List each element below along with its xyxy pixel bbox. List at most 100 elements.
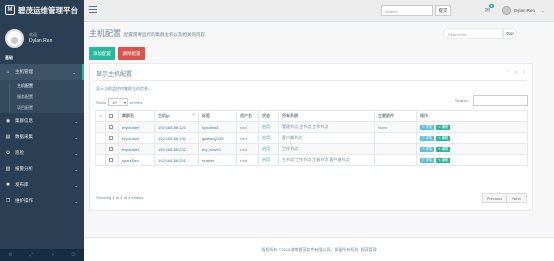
sidebar-item-label: 主机管理 <box>15 69 33 74</box>
sidebar-item-label: 巡检 <box>15 150 24 155</box>
host-table: ⇅ 集群名 主机ip ⇅ 标签 用户名 状态 所有系统 主要软件 操作 myclu… <box>95 110 528 166</box>
row-checkbox[interactable] <box>109 146 113 151</box>
column-header[interactable]: 操作 <box>416 110 528 122</box>
cell-ip[interactable]: 192.168.86.120 <box>154 121 199 133</box>
chevron-down-icon[interactable]: ⌄ <box>541 8 544 13</box>
sidebar-item-label: 报警分析 <box>15 166 33 171</box>
notification-badge: 6 <box>489 4 494 8</box>
close-icon[interactable]: ✕ <box>522 70 526 76</box>
edit-button[interactable]: ✎ 编辑 <box>436 135 451 141</box>
cell-ip[interactable]: 192.168.88.251 <box>154 154 199 166</box>
user-avatar[interactable] <box>502 6 511 15</box>
cell-status: 启用 <box>258 132 279 144</box>
chart-icon: ▥ <box>5 166 11 172</box>
database-icon: ▤ <box>5 134 11 140</box>
detail-button[interactable]: ☰ 详情 <box>420 135 435 141</box>
page-length-select[interactable]: 10 <box>108 98 129 106</box>
host-config-panel: 显示主机配置 ⌃ ✎ ✕ 显示当前监控的集群主机信息。 Show 10 entr… <box>89 63 533 211</box>
cell-tag[interactable]: master <box>198 154 237 166</box>
cell-status: 启用 <box>258 143 279 155</box>
detail-button[interactable]: ☰ 详情 <box>420 157 435 163</box>
edit-button[interactable]: ✎ 编辑 <box>436 124 451 130</box>
user-menu[interactable]: Dylan Ren <box>514 8 535 13</box>
cell-cluster[interactable]: mycluster <box>118 121 155 133</box>
cell-tag[interactable]: my_slave1 <box>198 143 237 155</box>
sidebar-item-maintenance[interactable]: ❐ 维护操作 ⌄ <box>0 193 84 209</box>
cell-cluster[interactable]: mycluster <box>118 132 155 144</box>
row-checkbox[interactable] <box>109 135 113 140</box>
menu-toggle-icon[interactable] <box>89 6 97 15</box>
detail-button[interactable]: ☰ 详情 <box>420 124 435 130</box>
panel-title: 显示主机配置 <box>96 72 133 78</box>
settings-icon[interactable]: ⚙ <box>0 249 21 261</box>
previous-page-button[interactable]: Previous <box>482 193 507 203</box>
sidebar-item-label: 维护操作 <box>15 198 33 203</box>
sidebar-item-release-library[interactable]: ✱ 发布库 ⌄ <box>0 177 84 193</box>
row-checkbox[interactable] <box>109 157 113 162</box>
page-footer: 版权所有 ©2018湖南碧茂软件有限公司。保留所有权利. 碧茂管理 <box>84 237 554 261</box>
sidebar-item-label: 数据采集 <box>15 134 33 139</box>
column-header[interactable]: 标签 <box>198 110 237 122</box>
wrench-icon[interactable]: ✎ <box>514 70 518 76</box>
lock-icon[interactable]: ◑ <box>42 249 63 261</box>
clone-icon: ❐ <box>5 198 11 204</box>
column-header[interactable]: 主机ip ⇅ <box>154 110 199 122</box>
cell-tag[interactable]: gateway130 <box>198 132 237 144</box>
page-search-input[interactable]: Search for... <box>443 28 503 39</box>
cell-ip[interactable]: 192.168.86.130 <box>154 132 199 144</box>
sidebar-item-host-management[interactable]: ⌂ 主机管理 ⌄ <box>0 64 84 80</box>
submenu-item-service-config[interactable]: 服务配置 <box>0 91 84 102</box>
delete-config-button[interactable]: 删除配置 <box>118 47 145 60</box>
logout-icon[interactable]: ⏻ <box>63 249 84 261</box>
panel-description: 显示当前监控的集群主机信息。 <box>96 86 152 91</box>
mail-icon[interactable]: ✉ <box>485 7 490 14</box>
edit-button[interactable]: ✎ 编辑 <box>436 146 451 152</box>
sidebar-item-alarm-analysis[interactable]: ▥ 报警分析 ⌄ <box>0 161 84 177</box>
sidebar-item-cluster-info[interactable]: ◉ 集群信息 ⌄ <box>0 113 84 129</box>
table-row: mycluster 192.168.86.232 my_slave1 root … <box>95 143 528 155</box>
top-submit-button[interactable]: 提交 <box>435 5 451 16</box>
header-sort-icon[interactable]: ⇅ <box>95 110 106 122</box>
detail-button[interactable]: ☰ 详情 <box>420 146 435 152</box>
checkbox[interactable] <box>109 113 113 118</box>
column-header[interactable]: 用户名 <box>236 110 259 122</box>
column-header[interactable]: 所有系统 <box>278 110 375 122</box>
column-header[interactable]: 主要软件 <box>374 110 417 122</box>
next-page-button[interactable]: Next <box>507 193 527 203</box>
pagination: Previous Next <box>482 193 527 203</box>
table-row: mycluster 192.168.86.130 gateway130 root… <box>95 132 528 144</box>
sidebar-footer: ⚙ ⤢ ◑ ⏻ <box>0 249 84 261</box>
sidebar-item-data-collection[interactable]: ▤ 数据采集 ⌄ <box>0 129 84 145</box>
column-header[interactable]: 集群名 <box>118 110 155 122</box>
profile-name: Dylan Ren <box>29 38 53 44</box>
fullscreen-icon[interactable]: ⤢ <box>21 249 42 261</box>
cell-user: root <box>236 132 259 144</box>
column-header[interactable]: 状态 <box>258 110 279 122</box>
cell-systems: 客户端节点 <box>278 132 375 144</box>
table-search-input[interactable] <box>473 95 528 106</box>
top-search-input[interactable]: Search <box>381 5 433 16</box>
brand[interactable]: M 碧茂运维管理平台 <box>0 0 84 20</box>
edit-button[interactable]: ✎ 编辑 <box>436 157 451 163</box>
chevron-down-icon: ⌄ <box>74 182 78 188</box>
sidebar-item-label: 发布库 <box>15 182 29 187</box>
submenu-host-management: 主机配置 服务配置 项目配置 <box>0 80 84 113</box>
go-button[interactable]: Go! <box>503 28 517 39</box>
cell-cluster[interactable]: mycluster <box>118 143 155 155</box>
table-header-row: ⇅ 集群名 主机ip ⇅ 标签 用户名 状态 所有系统 主要软件 操作 <box>95 110 528 122</box>
brand-title: 碧茂运维管理平台 <box>18 5 78 15</box>
cell-tag[interactable]: synctest1 <box>198 121 237 133</box>
row-checkbox[interactable] <box>109 124 113 129</box>
collapse-icon[interactable]: ⌃ <box>507 70 511 76</box>
cell-systems: 管理节点,主节点,工作节点 <box>278 121 375 133</box>
cell-ip[interactable]: 192.168.86.232 <box>154 143 199 155</box>
sidebar-item-inspection[interactable]: ⚙ 巡检 ⌄ <box>0 145 84 161</box>
submenu-item-host-config[interactable]: 主机配置 <box>0 80 84 91</box>
chevron-down-icon: ⌄ <box>74 118 78 124</box>
header-select-all[interactable] <box>105 110 119 122</box>
cell-cluster[interactable]: sparkDev <box>118 154 155 166</box>
top-nav: Search 提交 ✉ 6 Dylan Ren ⌄ <box>84 0 554 22</box>
submenu-item-project-config[interactable]: 项目配置 <box>0 102 84 113</box>
cell-software: None <box>374 121 417 133</box>
add-config-button[interactable]: 添加配置 <box>89 47 115 60</box>
